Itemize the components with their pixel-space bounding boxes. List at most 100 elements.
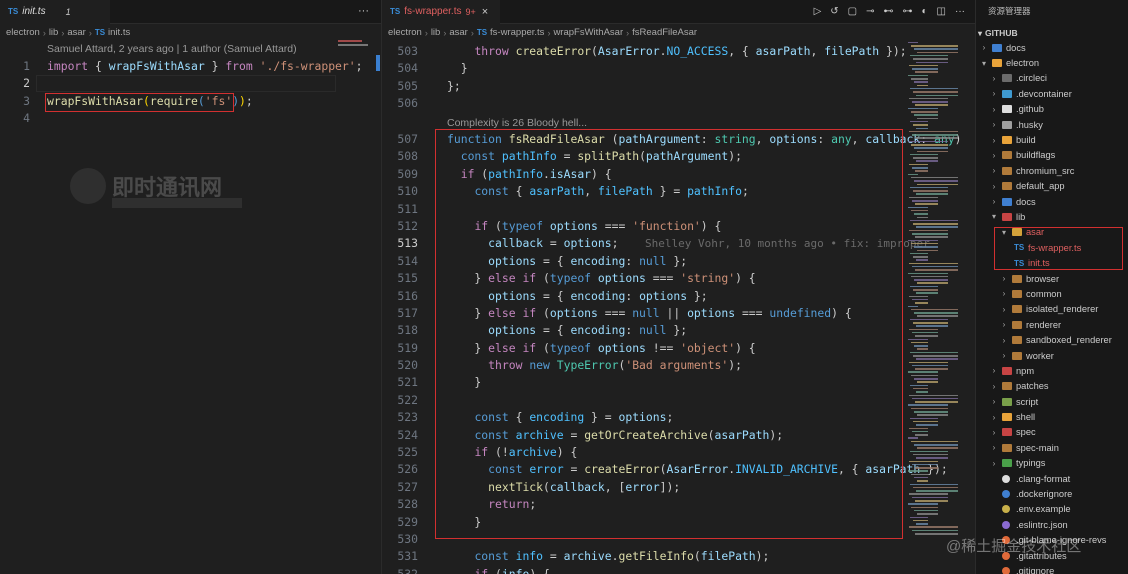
tab-init-ts[interactable]: TS init.ts 1 bbox=[0, 0, 110, 24]
minimap-line bbox=[912, 397, 958, 400]
minimap-line bbox=[911, 473, 928, 476]
tree-folder-docs[interactable]: › docs bbox=[976, 194, 1128, 209]
breadcrumb-item[interactable]: wrapFsWithAsar bbox=[553, 27, 623, 38]
breadcrumb-item[interactable]: electron bbox=[6, 27, 40, 38]
tree-file--eslintrc-json[interactable]: .eslintrc.json bbox=[976, 517, 1128, 532]
git-next-icon[interactable]: ⊶ bbox=[903, 6, 913, 17]
tree-folder-typings[interactable]: › typings bbox=[976, 456, 1128, 471]
open-changes-icon[interactable]: ◐ bbox=[922, 6, 928, 17]
tree-item-label: .devcontainer bbox=[1016, 88, 1072, 99]
tree-folder-isolated-renderer[interactable]: › isolated_renderer bbox=[976, 302, 1128, 317]
highlight-box-wrap-call bbox=[45, 93, 234, 112]
code-line[interactable]: 505}; bbox=[382, 78, 975, 95]
tree-folder-patches[interactable]: › patches bbox=[976, 379, 1128, 394]
tree-folder-build[interactable]: › build bbox=[976, 132, 1128, 147]
tree-folder-script[interactable]: › script bbox=[976, 394, 1128, 409]
breadcrumb-item[interactable]: electron bbox=[388, 27, 422, 38]
minimap[interactable] bbox=[908, 40, 966, 574]
minimap-line bbox=[916, 325, 948, 327]
code-line[interactable]: 503 throw createError(AsarError.NO_ACCES… bbox=[382, 43, 975, 60]
code-line[interactable]: 532 if (info) { bbox=[382, 566, 975, 574]
file-tree: › docs ▾ electron › .circleci › .devcontainer ›.… bbox=[976, 40, 1128, 574]
split-editor-icon[interactable]: ◫ bbox=[937, 6, 946, 17]
breadcrumb-item[interactable]: lib bbox=[431, 27, 441, 38]
minimap-line bbox=[911, 78, 928, 80]
breadcrumb-item[interactable]: asar bbox=[449, 27, 467, 38]
git-previous-icon[interactable]: ⊷ bbox=[884, 6, 894, 17]
more-actions-icon[interactable]: ··· bbox=[358, 5, 369, 17]
tree-file--clang-format[interactable]: .clang-format bbox=[976, 471, 1128, 486]
minimap-line bbox=[913, 190, 948, 192]
code-line[interactable]: 4 bbox=[0, 110, 381, 127]
tree-folder-renderer[interactable]: › renderer bbox=[976, 317, 1128, 332]
breadcrumb-item[interactable]: lib bbox=[49, 27, 59, 38]
tree-folder--circleci[interactable]: › .circleci bbox=[976, 71, 1128, 86]
tree-folder-common[interactable]: › common bbox=[976, 286, 1128, 301]
tree-folder-sandboxed-renderer[interactable]: › sandboxed_renderer bbox=[976, 332, 1128, 347]
tree-folder-docs[interactable]: › docs bbox=[976, 40, 1128, 55]
minimap-line bbox=[910, 54, 948, 57]
tree-folder-npm[interactable]: › npm bbox=[976, 363, 1128, 378]
minimap-line bbox=[914, 147, 948, 149]
minimap-line bbox=[915, 500, 948, 502]
tree-item-label: docs bbox=[1006, 42, 1026, 53]
minimap-line bbox=[913, 519, 928, 522]
breadcrumb-item[interactable]: asar bbox=[67, 27, 85, 38]
line-number: 517 bbox=[397, 305, 418, 320]
code-line[interactable]: 504 } bbox=[382, 60, 975, 77]
history-icon[interactable]: ↺ bbox=[830, 6, 838, 17]
section-header-github[interactable]: ▾ GITHUB bbox=[976, 26, 1018, 40]
minimap-line bbox=[917, 480, 928, 482]
minimap-line bbox=[912, 364, 948, 367]
complexity-codelens[interactable]: Complexity is 26 Bloody hell... bbox=[447, 117, 587, 129]
cursor-line-highlight bbox=[36, 75, 336, 92]
minimap-line bbox=[917, 447, 958, 449]
tree-file--env-example[interactable]: .env.example bbox=[976, 502, 1128, 517]
tree-folder-worker[interactable]: › worker bbox=[976, 348, 1128, 363]
run-icon[interactable]: ▷ bbox=[814, 6, 822, 17]
minimap-line bbox=[912, 529, 958, 532]
code-line[interactable]: 506 bbox=[382, 95, 975, 112]
tree-folder-browser[interactable]: › browser bbox=[976, 271, 1128, 286]
minimap-line bbox=[912, 233, 948, 235]
minimap-line bbox=[908, 404, 948, 406]
tab-fs-wrapper-ts[interactable]: TS fs-wrapper.ts 9+ × bbox=[382, 0, 500, 24]
tree-folder-chromium-src[interactable]: › chromium_src bbox=[976, 163, 1128, 178]
close-icon[interactable]: × bbox=[482, 6, 488, 18]
record-icon[interactable]: ▢ bbox=[848, 6, 857, 17]
minimap-line bbox=[909, 130, 958, 133]
line-number: 2 bbox=[23, 76, 30, 91]
folder-icon bbox=[1002, 182, 1012, 191]
minimap-line bbox=[916, 127, 928, 130]
tree-folder--devcontainer[interactable]: › .devcontainer bbox=[976, 86, 1128, 101]
tree-folder-spec[interactable]: › spec bbox=[976, 425, 1128, 440]
minimap-line bbox=[917, 315, 958, 317]
line-number: 530 bbox=[397, 531, 418, 546]
folder-icon bbox=[1002, 166, 1012, 175]
tree-folder-buildflags[interactable]: › buildflags bbox=[976, 148, 1128, 163]
tree-folder-electron[interactable]: ▾ electron bbox=[976, 55, 1128, 70]
tree-folder-shell[interactable]: › shell bbox=[976, 409, 1128, 424]
tree-folder-default-app[interactable]: › default_app bbox=[976, 179, 1128, 194]
breadcrumb-item[interactable]: fsReadFileAsar bbox=[632, 27, 697, 38]
minimap-line bbox=[913, 157, 938, 159]
tree-folder-lib[interactable]: ▾ lib bbox=[976, 209, 1128, 224]
tree-folder--husky[interactable]: › .husky bbox=[976, 117, 1128, 132]
minimap-line bbox=[912, 265, 958, 268]
tree-folder--github[interactable]: › .github bbox=[976, 102, 1128, 117]
more-actions-icon[interactable]: ··· bbox=[955, 6, 965, 17]
tree-file--gitignore[interactable]: .gitignore bbox=[976, 563, 1128, 574]
tree-folder-spec-main[interactable]: › spec-main bbox=[976, 440, 1128, 455]
watermark-site-tag: @稀土掘金技术社区 bbox=[946, 538, 1082, 555]
breadcrumb-item[interactable]: fs-wrapper.ts bbox=[490, 27, 544, 38]
minimap-line bbox=[910, 318, 948, 321]
code-before-function[interactable]: 503 throw createError(AsarError.NO_ACCES… bbox=[382, 43, 975, 113]
code-line[interactable]: 1 import { wrapFsWithAsar } from './fs-wr… bbox=[0, 58, 381, 75]
breadcrumb-item[interactable]: init.ts bbox=[108, 27, 130, 38]
minimap-line bbox=[913, 355, 958, 357]
code-line[interactable]: 531 const info = archive.getFileInfo(fil… bbox=[382, 548, 975, 565]
git-commit-icon[interactable]: ⊸ bbox=[866, 6, 874, 17]
code-text: throw createError(AsarError.NO_ACCESS, {… bbox=[474, 44, 907, 58]
minimap-line bbox=[910, 450, 948, 453]
tree-file--dockerignore[interactable]: .dockerignore bbox=[976, 486, 1128, 501]
